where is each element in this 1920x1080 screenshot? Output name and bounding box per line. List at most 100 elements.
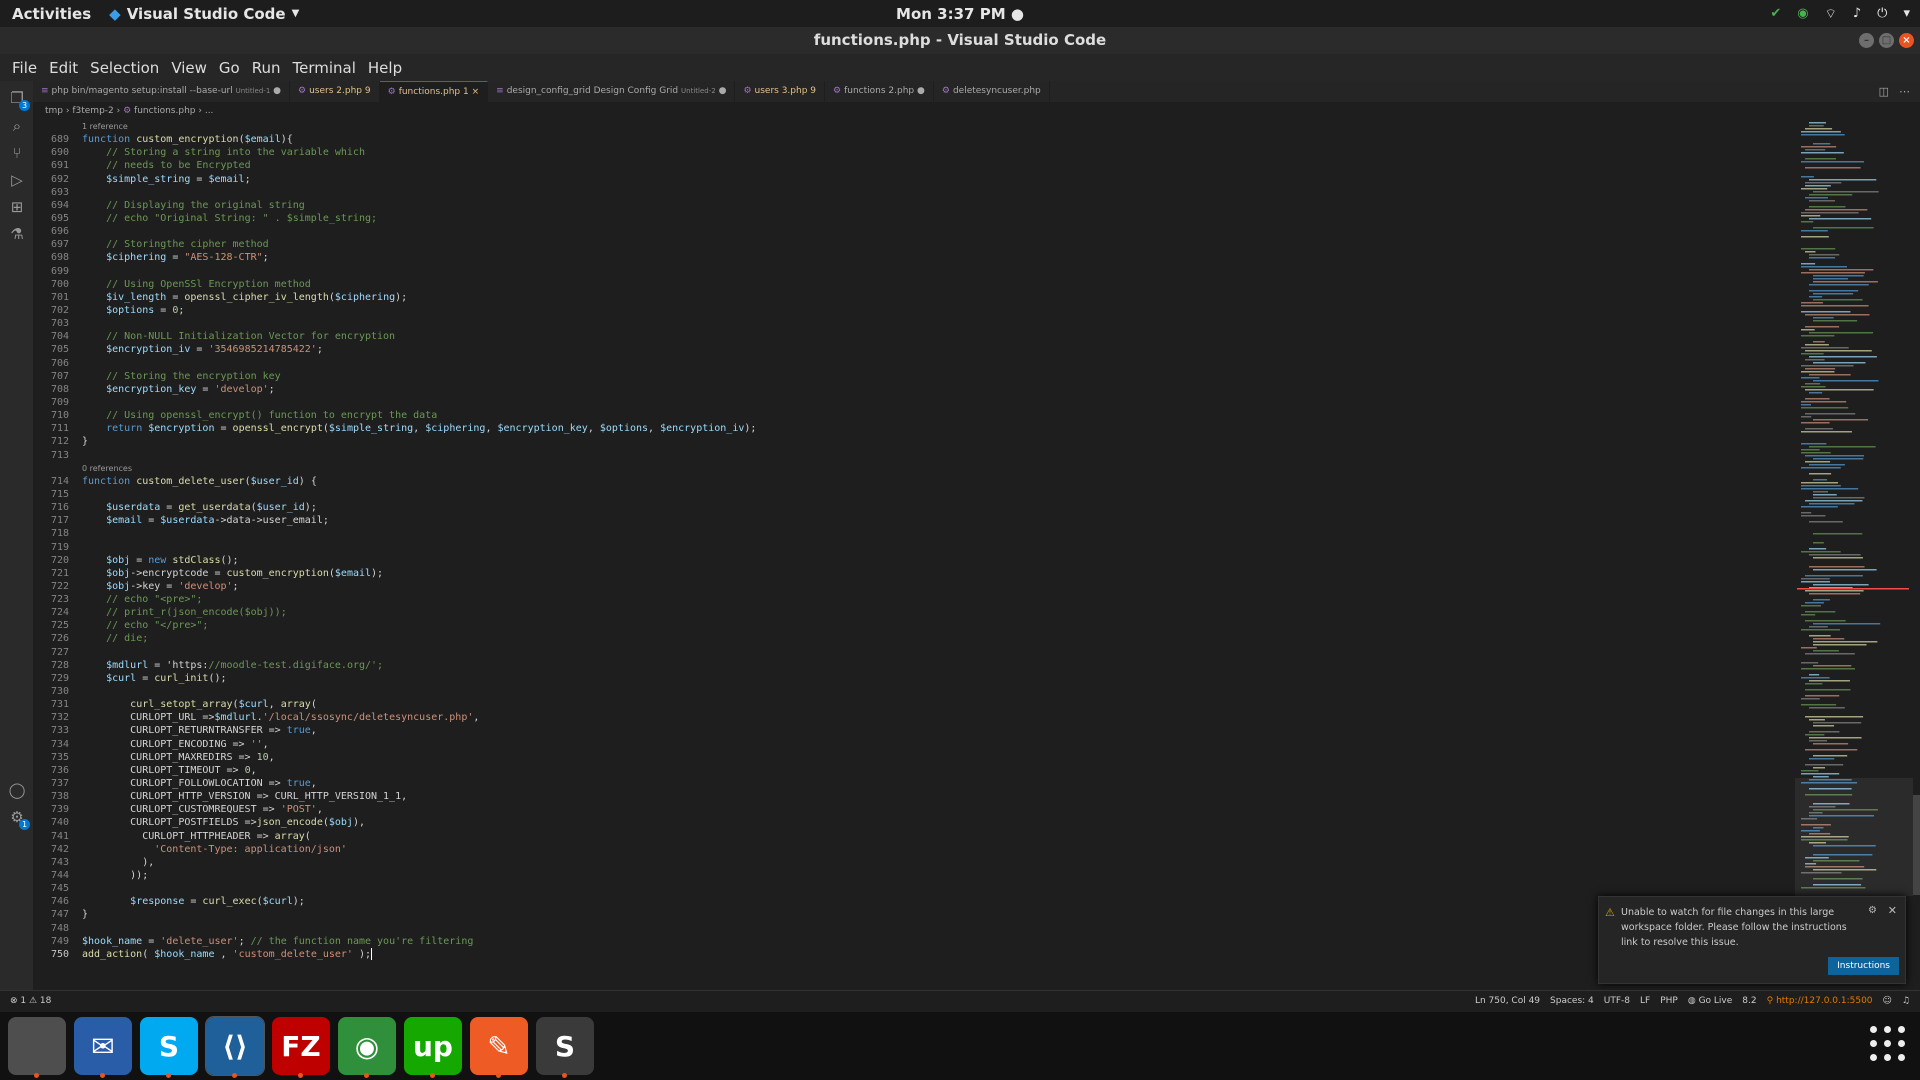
menu-go[interactable]: Go xyxy=(213,59,246,77)
breadcrumb-item[interactable]: f3temp-2 xyxy=(72,106,113,116)
menu-view[interactable]: View xyxy=(165,59,213,77)
more-actions-icon[interactable]: ⋯ xyxy=(1899,81,1910,102)
breadcrumb-item[interactable]: ... xyxy=(205,106,214,116)
clock[interactable]: Mon 3:37 PM ● xyxy=(896,5,1024,23)
editor-scrollbar[interactable] xyxy=(1913,795,1920,895)
menu-file[interactable]: File xyxy=(6,59,43,77)
upwork-icon[interactable]: up xyxy=(404,1017,462,1078)
close-button[interactable]: × xyxy=(1899,33,1914,48)
window-controls: – □ × xyxy=(1859,33,1914,48)
minimap-slider[interactable] xyxy=(1795,778,1913,896)
show-applications-icon[interactable] xyxy=(1870,1026,1906,1062)
server-url[interactable]: ⚲ http://127.0.0.1:5500 xyxy=(1767,991,1873,1012)
line-number: 704 xyxy=(50,331,69,343)
menu-help[interactable]: Help xyxy=(362,59,408,77)
line-number: 748 xyxy=(50,922,69,934)
menu-edit[interactable]: Edit xyxy=(43,59,84,77)
split-editor-icon[interactable]: ◫ xyxy=(1879,81,1889,102)
feedback-icon[interactable]: ☺ xyxy=(1883,991,1892,1012)
bell-icon[interactable]: ♫ xyxy=(1902,991,1910,1012)
update-icon[interactable]: ✔ xyxy=(1770,6,1781,21)
minimap-line xyxy=(1801,662,1819,664)
files-icon[interactable] xyxy=(8,1017,66,1078)
tab-modified-dot[interactable]: ● xyxy=(273,86,281,96)
tab-functions[interactable]: ⚙ functions.php 1 × xyxy=(379,81,489,102)
volume-icon[interactable]: ♪ xyxy=(1853,6,1861,21)
encoding[interactable]: UTF-8 xyxy=(1604,991,1630,1012)
gear-icon[interactable]: ⚙ xyxy=(1868,905,1877,916)
line-number: 720 xyxy=(50,554,69,566)
minimap-line xyxy=(1801,506,1838,508)
tab-deletesyncuser[interactable]: ⚙ deletesyncuser.php xyxy=(934,81,1050,102)
settings-badge: 1 xyxy=(19,819,30,830)
tab-modified-dot[interactable]: ● xyxy=(719,86,727,96)
instructions-button[interactable]: Instructions xyxy=(1828,957,1899,975)
tab-close[interactable]: 1 × xyxy=(463,87,479,97)
tab-modified-dot[interactable]: ● xyxy=(917,86,925,96)
extensions-icon[interactable]: ⊞ xyxy=(8,198,26,216)
line-number: 712 xyxy=(50,436,69,448)
menu-terminal[interactable]: Terminal xyxy=(287,59,362,77)
minimap-line xyxy=(1809,737,1862,739)
vscode-icon[interactable]: ⟨⟩ xyxy=(205,1016,265,1078)
end-of-line[interactable]: LF xyxy=(1640,991,1650,1012)
testing-icon[interactable]: ⚗ xyxy=(8,225,26,243)
source-control-icon[interactable]: ⑂ xyxy=(8,144,26,162)
code-editor[interactable]: 1 reference function custom_encryption($e… xyxy=(82,120,756,961)
minimap-line xyxy=(1809,626,1828,628)
breadcrumb-item[interactable]: tmp xyxy=(45,106,63,116)
filezilla-icon[interactable]: FZ xyxy=(272,1017,330,1078)
breadcrumb-item[interactable]: functions.php xyxy=(134,106,195,116)
activities-button[interactable]: Activities xyxy=(0,5,103,23)
gear-icon[interactable]: ⚙ 1 xyxy=(8,808,30,830)
wifi-icon[interactable]: ⌔ xyxy=(1825,6,1837,22)
close-icon[interactable]: ✕ xyxy=(1888,904,1897,917)
maximize-button[interactable]: □ xyxy=(1879,33,1894,48)
minimap-line xyxy=(1805,149,1826,151)
run-debug-icon[interactable]: ▷ xyxy=(8,171,26,189)
menu-selection[interactable]: Selection xyxy=(84,59,165,77)
tab-magento-untitled[interactable]: ≡ php bin/magento setup:install --base-ur… xyxy=(33,81,291,102)
minimap-line xyxy=(1801,365,1854,367)
minimap-line xyxy=(1813,143,1831,145)
thunderbird-icon[interactable]: ✉ xyxy=(74,1017,132,1078)
codelens-references[interactable]: 0 references xyxy=(82,462,756,475)
app-menu[interactable]: ◆ Visual Studio Code ▼ xyxy=(109,5,299,23)
explorer-icon[interactable]: ❐ 3 xyxy=(8,89,30,111)
chat-icon[interactable]: ◉ xyxy=(1797,6,1808,21)
php-version[interactable]: 8.2 xyxy=(1742,991,1756,1012)
go-live-button[interactable]: ◍ Go Live xyxy=(1688,991,1732,1012)
chrome-icon[interactable]: ◉ xyxy=(338,1017,396,1078)
dock-icon-glyph: S xyxy=(554,1029,576,1063)
account-icon[interactable]: ◯ xyxy=(8,781,26,799)
grid-dot xyxy=(1898,1054,1905,1061)
tab-design-config-grid[interactable]: ≡ design_config_grid Design Config Grid U… xyxy=(488,81,736,102)
minimap-line xyxy=(1801,401,1847,403)
minimap[interactable] xyxy=(1795,120,1913,900)
minimize-button[interactable]: – xyxy=(1859,33,1874,48)
codelens-references[interactable]: 1 reference xyxy=(82,120,756,133)
menu-run[interactable]: Run xyxy=(246,59,287,77)
search-icon[interactable]: ⌕ xyxy=(8,117,26,135)
problems-indicator[interactable]: ⊗ 1 ⚠ 18 xyxy=(10,991,51,1012)
tab-functions-2[interactable]: ⚙ functions 2.php ● xyxy=(825,81,934,102)
language-mode[interactable]: PHP xyxy=(1660,991,1678,1012)
minimap-line xyxy=(1805,167,1861,169)
skype-icon[interactable]: S xyxy=(140,1017,198,1078)
cursor-position[interactable]: Ln 750, Col 49 xyxy=(1475,991,1540,1012)
postman-icon[interactable]: ✎ xyxy=(470,1017,528,1078)
minimap-line xyxy=(1801,305,1869,307)
line-number: 743 xyxy=(50,856,69,868)
sublime-icon[interactable]: S xyxy=(536,1017,594,1078)
chevron-down-icon[interactable]: ▾ xyxy=(1903,6,1910,21)
power-icon[interactable]: ⏻ xyxy=(1877,6,1887,21)
tab-users-3[interactable]: ⚙ users 3.php 9 xyxy=(735,81,826,102)
indentation[interactable]: Spaces: 4 xyxy=(1550,991,1594,1012)
tab-users-2[interactable]: ⚙ users 2.php 9 xyxy=(290,81,380,102)
line-number: 722 xyxy=(50,580,69,592)
minimap-line xyxy=(1809,731,1840,733)
